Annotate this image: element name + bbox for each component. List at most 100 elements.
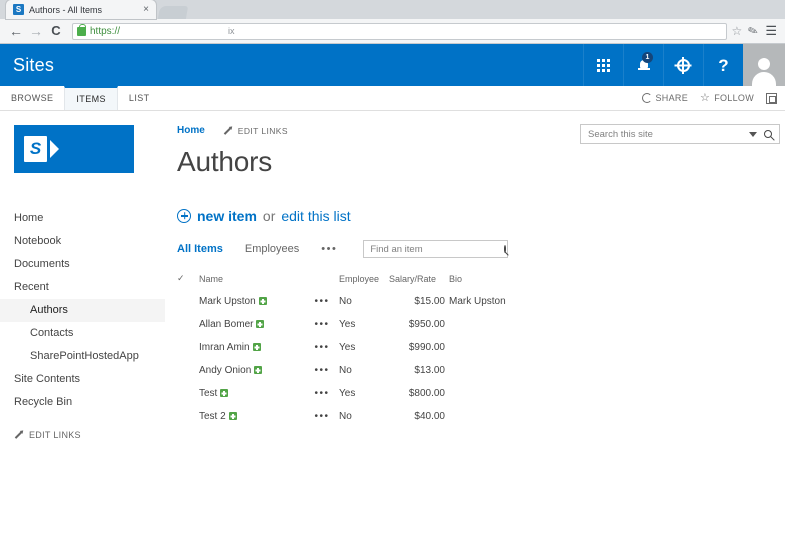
table-row[interactable]: Test ••• Yes $800.00 <box>177 382 529 405</box>
topnav-item-home[interactable]: Home <box>177 125 205 136</box>
new-item-badge-icon <box>220 389 229 397</box>
bookmark-star-icon[interactable]: ☆ <box>732 24 743 38</box>
table-header-row: ✓ Name Employee Salary/Rate Bio <box>177 271 529 290</box>
sidebar-item-contacts[interactable]: Contacts <box>0 322 165 345</box>
row-name-cell[interactable]: Test 2 <box>199 405 309 428</box>
row-employee-cell: Yes <box>339 319 356 330</box>
sidebar-item-sharepointhostedapp[interactable]: SharePointHostedApp <box>0 345 165 368</box>
forward-icon[interactable]: → <box>26 24 46 38</box>
plus-circle-icon[interactable] <box>177 209 191 223</box>
sidebar-item-recent[interactable]: Recent <box>0 276 165 299</box>
row-salary-cell: $950.00 <box>408 319 445 330</box>
table-row[interactable]: Andy Onion ••• No $13.00 <box>177 359 529 382</box>
table-row[interactable]: Mark Upston ••• No $15.00 Mark Upston <box>177 290 529 313</box>
row-salary-cell: $13.00 <box>414 365 445 376</box>
search-icon[interactable] <box>764 130 772 138</box>
new-tab-button[interactable] <box>157 6 189 19</box>
follow-button[interactable]: ☆ FOLLOW <box>700 92 754 104</box>
row-checkbox[interactable] <box>177 290 199 313</box>
ribbon-tab-items[interactable]: ITEMS <box>64 86 118 110</box>
page-title: Authors <box>177 146 273 177</box>
view-tab-all-items[interactable]: All Items <box>177 243 223 255</box>
address-bar[interactable]: https:// ix <box>72 22 727 40</box>
site-search-input[interactable] <box>586 127 749 141</box>
sidebar-item-site-contents[interactable]: Site Contents <box>0 368 165 391</box>
ribbon-tab-strip: BROWSE ITEMS LIST SHARE ☆ FOLLOW <box>0 86 785 111</box>
column-header-menu-spacer <box>309 271 339 290</box>
page-body: S Home Notebook Documents Recent Authors… <box>0 111 785 534</box>
sidebar-item-recycle-bin[interactable]: Recycle Bin <box>0 391 165 414</box>
ribbon-tab-list[interactable]: LIST <box>118 86 161 110</box>
row-checkbox[interactable] <box>177 336 199 359</box>
find-item-input[interactable] <box>368 242 505 256</box>
row-checkbox[interactable] <box>177 382 199 405</box>
chevron-down-icon[interactable] <box>749 131 757 137</box>
find-item-box[interactable] <box>363 240 509 258</box>
row-checkbox[interactable] <box>177 405 199 428</box>
focus-on-content-icon[interactable] <box>766 92 777 104</box>
row-menu-button[interactable]: ••• <box>309 336 339 359</box>
sharepoint-favicon-icon: S <box>13 4 24 15</box>
sidebar-item-documents[interactable]: Documents <box>0 253 165 276</box>
share-button[interactable]: SHARE <box>641 93 689 103</box>
search-icon[interactable] <box>504 245 507 253</box>
column-header-name[interactable]: Name <box>199 271 309 290</box>
new-item-badge-icon <box>228 412 237 420</box>
row-menu-button[interactable]: ••• <box>309 382 339 405</box>
row-bio-cell <box>449 359 529 382</box>
browser-tab[interactable]: S Authors - All Items × <box>6 0 156 19</box>
row-name-cell[interactable]: Mark Upston <box>199 290 309 313</box>
table-row[interactable]: Allan Bomer ••• Yes $950.00 <box>177 313 529 336</box>
row-bio-cell <box>449 336 529 359</box>
sidebar-edit-links-button[interactable]: EDIT LINKS <box>0 430 165 440</box>
person-icon <box>751 56 777 86</box>
table-row[interactable]: Imran Amin ••• Yes $990.00 <box>177 336 529 359</box>
row-menu-button[interactable]: ••• <box>309 290 339 313</box>
ribbon-tab-browse[interactable]: BROWSE <box>0 86 64 110</box>
browser-menu-icon[interactable]: ☰ <box>765 23 777 39</box>
help-button[interactable]: ? <box>703 44 743 86</box>
settings-button[interactable] <box>663 44 703 86</box>
row-menu-button[interactable]: ••• <box>309 405 339 428</box>
row-menu-button[interactable]: ••• <box>309 313 339 336</box>
reload-icon[interactable]: C <box>46 24 66 38</box>
row-bio-cell <box>449 405 529 428</box>
table-row[interactable]: Test 2 ••• No $40.00 <box>177 405 529 428</box>
sidebar-item-home[interactable]: Home <box>0 207 165 230</box>
row-name-cell[interactable]: Andy Onion <box>199 359 309 382</box>
topnav-edit-links-button[interactable]: EDIT LINKS <box>223 126 288 136</box>
new-item-row: new item or edit this list <box>177 208 773 224</box>
suite-bar-brand[interactable]: Sites <box>0 55 54 76</box>
notifications-button[interactable]: 1 <box>623 44 663 86</box>
row-menu-button[interactable]: ••• <box>309 359 339 382</box>
column-header-salary-rate[interactable]: Salary/Rate <box>389 271 449 290</box>
topnav-links: Home EDIT LINKS <box>177 125 288 136</box>
sharepoint-logo[interactable]: S <box>14 125 134 173</box>
back-icon[interactable]: ← <box>6 24 26 38</box>
pencil-icon <box>223 126 232 135</box>
user-avatar[interactable] <box>743 44 785 86</box>
row-name-cell[interactable]: Test <box>199 382 309 405</box>
row-checkbox[interactable] <box>177 313 199 336</box>
column-header-employee[interactable]: Employee <box>339 271 389 290</box>
main-content: Home EDIT LINKS Authors new item or edit… <box>165 111 785 534</box>
new-item-link[interactable]: new item <box>197 208 257 224</box>
row-name-cell[interactable]: Allan Bomer <box>199 313 309 336</box>
column-header-select-all[interactable]: ✓ <box>177 271 199 290</box>
url-scheme: https:// <box>90 25 121 37</box>
view-more-ellipsis-icon[interactable]: ••• <box>321 243 337 255</box>
left-navigation: S Home Notebook Documents Recent Authors… <box>0 111 165 534</box>
view-tab-employees[interactable]: Employees <box>245 243 299 255</box>
row-employee-cell: No <box>339 365 352 376</box>
sidebar-edit-links-label: EDIT LINKS <box>29 430 81 440</box>
app-launcher-button[interactable] <box>583 44 623 86</box>
site-search-box[interactable] <box>580 124 780 144</box>
sidebar-item-authors[interactable]: Authors <box>0 299 165 322</box>
column-header-bio[interactable]: Bio <box>449 271 529 290</box>
edit-this-list-link[interactable]: edit this list <box>281 208 350 224</box>
row-checkbox[interactable] <box>177 359 199 382</box>
row-name-cell[interactable]: Imran Amin <box>199 336 309 359</box>
sidebar-item-notebook[interactable]: Notebook <box>0 230 165 253</box>
close-icon[interactable]: × <box>140 4 152 15</box>
extension-icon[interactable]: ✎ <box>746 23 760 40</box>
